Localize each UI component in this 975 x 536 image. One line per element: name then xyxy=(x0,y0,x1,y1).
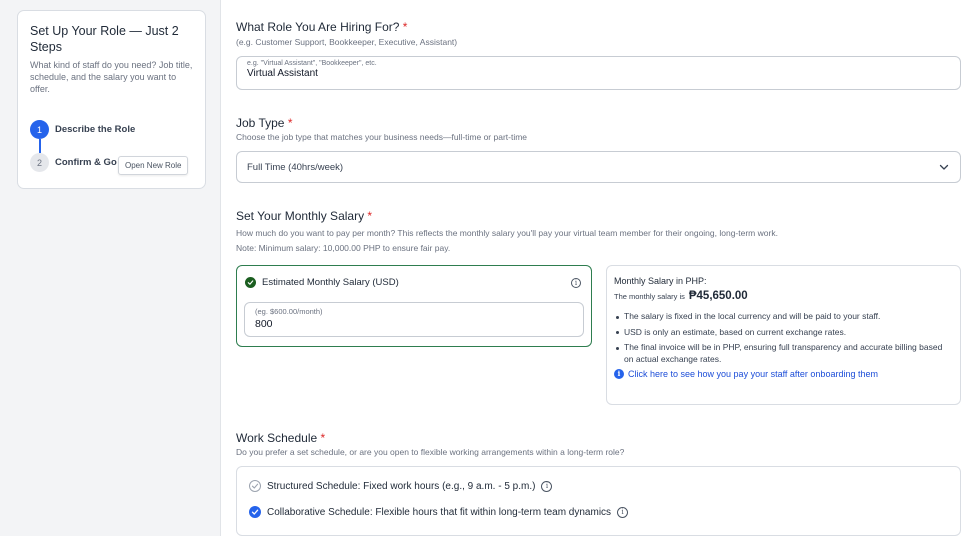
radio-checked-icon[interactable] xyxy=(249,506,261,518)
step-number-2: 2 xyxy=(30,153,49,172)
usd-salary-value[interactable]: 800 xyxy=(255,318,573,330)
step-label-2: Confirm & Go L xyxy=(55,157,126,168)
collaborative-schedule-option[interactable]: Collaborative Schedule: Flexible hours t… xyxy=(249,506,629,518)
job-type-title-text: Job Type xyxy=(236,116,285,130)
php-salary-amount: ₱45,650.00 xyxy=(688,290,748,302)
structured-schedule-label: Structured Schedule: Fixed work hours (e… xyxy=(267,480,536,492)
job-type-section-title: Job Type * xyxy=(236,116,293,130)
salary-note: Note: Minimum salary: 10,000.00 PHP to e… xyxy=(236,243,451,253)
step-describe-role[interactable]: 1 Describe the Role xyxy=(30,120,135,139)
list-item: USD is only an estimate, based on curren… xyxy=(614,327,953,339)
role-input[interactable]: e.g. "Virtual Assistant", "Bookkeeper", … xyxy=(236,56,961,90)
list-item: The salary is fixed in the local currenc… xyxy=(614,311,953,323)
step-number-1: 1 xyxy=(30,120,49,139)
usd-salary-card: Estimated Monthly Salary (USD) i (eg. $6… xyxy=(236,265,592,347)
job-type-select[interactable]: Full Time (40hrs/week) xyxy=(236,151,961,183)
role-input-value[interactable]: Virtual Assistant xyxy=(247,68,950,79)
role-form: What Role You Are Hiring For? * (e.g. Cu… xyxy=(220,0,975,536)
role-title-text: What Role You Are Hiring For? xyxy=(236,20,400,34)
schedule-subtitle: Do you prefer a set schedule, or are you… xyxy=(236,447,625,457)
sidebar: Set Up Your Role — Just 2 Steps What kin… xyxy=(0,0,219,536)
chevron-down-icon xyxy=(939,164,949,170)
required-mark: * xyxy=(320,431,326,445)
php-salary-title: Monthly Salary in PHP: xyxy=(614,276,707,286)
info-icon[interactable]: i xyxy=(617,506,629,518)
usd-salary-input[interactable]: (eg. $600.00/month) 800 xyxy=(244,302,584,337)
radio-unchecked-icon[interactable] xyxy=(249,480,261,492)
page: Set Up Your Role — Just 2 Steps What kin… xyxy=(0,0,975,536)
salary-title-text: Set Your Monthly Salary xyxy=(236,209,365,223)
salary-section-title: Set Your Monthly Salary * xyxy=(236,209,372,223)
role-section-title: What Role You Are Hiring For? * xyxy=(236,20,407,34)
role-input-placeholder: e.g. "Virtual Assistant", "Bookkeeper", … xyxy=(247,60,377,67)
payment-info-link[interactable]: Click here to see how you pay your staff… xyxy=(628,369,878,379)
step-connector xyxy=(39,139,41,153)
php-salary-notes: The salary is fixed in the local currenc… xyxy=(614,311,953,365)
required-mark: * xyxy=(367,209,373,223)
step-confirm[interactable]: 2 Confirm & Go L xyxy=(30,153,125,172)
php-salary-prefix: The monthly salary is xyxy=(614,292,685,301)
info-icon[interactable]: i xyxy=(541,480,553,492)
required-mark: * xyxy=(287,116,293,130)
info-icon[interactable]: i xyxy=(571,278,581,288)
salary-subtitle: How much do you want to pay per month? T… xyxy=(236,228,778,238)
steps-title: Set Up Your Role — Just 2 Steps xyxy=(30,24,179,54)
php-salary-line: The monthly salary is ₱45,650.00 xyxy=(614,290,953,302)
usd-salary-placeholder: (eg. $600.00/month) xyxy=(255,307,323,316)
usd-salary-header: Estimated Monthly Salary (USD) xyxy=(245,277,399,288)
steps-description: What kind of staff do you need? Job titl… xyxy=(30,60,193,94)
step-label-1: Describe the Role xyxy=(55,124,136,135)
open-new-role-tooltip[interactable]: Open New Role xyxy=(118,156,189,175)
usd-salary-label: Estimated Monthly Salary (USD) xyxy=(262,277,399,288)
structured-schedule-option[interactable]: Structured Schedule: Fixed work hours (e… xyxy=(249,480,553,492)
job-type-selected-value: Full Time (40hrs/week) xyxy=(247,161,344,173)
payment-info-link-row[interactable]: i Click here to see how you pay your sta… xyxy=(614,369,953,379)
php-salary-card: Monthly Salary in PHP: The monthly salar… xyxy=(606,265,961,405)
role-subtitle: (e.g. Customer Support, Bookkeeper, Exec… xyxy=(236,37,458,47)
list-item: The final invoice will be in PHP, ensuri… xyxy=(614,342,953,365)
job-type-subtitle: Choose the job type that matches your bu… xyxy=(236,132,528,142)
collaborative-schedule-label: Collaborative Schedule: Flexible hours t… xyxy=(267,506,612,518)
info-icon: i xyxy=(614,369,624,379)
schedule-options: Structured Schedule: Fixed work hours (e… xyxy=(236,466,961,536)
required-mark: * xyxy=(402,20,408,34)
schedule-title-text: Work Schedule xyxy=(236,431,318,445)
schedule-section-title: Work Schedule * xyxy=(236,431,325,445)
check-circle-icon xyxy=(245,277,256,288)
